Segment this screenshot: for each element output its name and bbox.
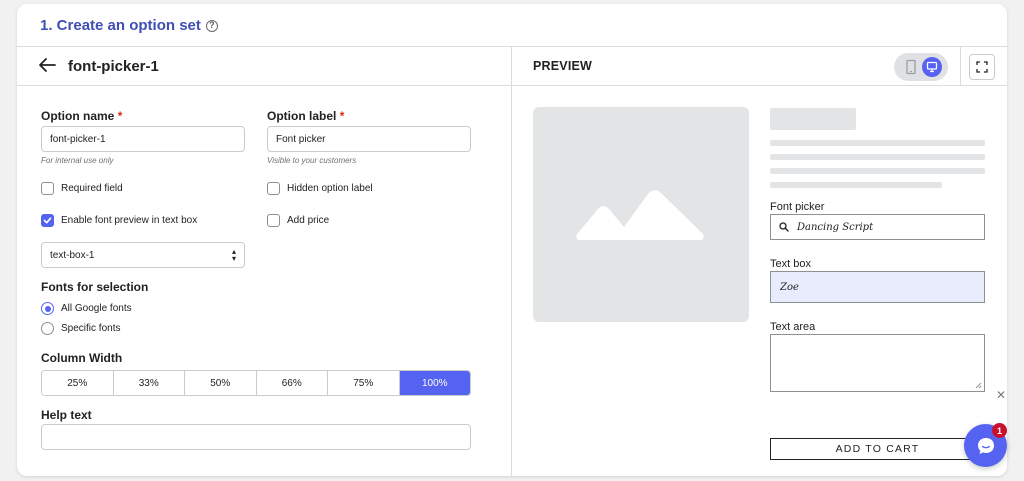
column-width-25[interactable]: 25% <box>42 371 114 395</box>
skeleton-line <box>770 168 985 174</box>
divider <box>17 46 1007 47</box>
option-set-card: 1. Create an option set ? font-picker-1 … <box>17 4 1007 476</box>
column-width-50[interactable]: 50% <box>185 371 257 395</box>
option-name-label: Option name * <box>41 109 122 123</box>
column-width-label: Column Width <box>41 351 123 365</box>
option-label-input[interactable]: Font picker <box>267 126 471 152</box>
close-icon[interactable]: ✕ <box>993 387 1009 403</box>
column-width-selector: 25% 33% 50% 66% 75% 100% <box>41 370 471 396</box>
help-text-label: Help text <box>41 408 92 422</box>
expand-icon <box>976 61 988 73</box>
fonts-for-selection-label: Fonts for selection <box>41 280 149 294</box>
font-picker-value: Dancing Script <box>797 221 874 233</box>
radio-label: All Google fonts <box>61 303 132 314</box>
checkbox[interactable] <box>267 214 280 227</box>
resize-handle-icon[interactable] <box>975 382 982 389</box>
option-set-name: font-picker-1 <box>68 58 159 75</box>
skeleton-title <box>770 108 856 130</box>
skeleton-line <box>770 154 985 160</box>
skeleton-line <box>770 140 985 146</box>
preview-text-area-label: Text area <box>770 321 816 333</box>
skeleton-line <box>770 182 942 188</box>
back-arrow-icon[interactable] <box>38 57 56 73</box>
text-box-value: Zoe <box>780 281 799 293</box>
option-name-label-text: Option name <box>41 109 115 123</box>
column-width-33[interactable]: 33% <box>113 371 185 395</box>
checkbox[interactable] <box>41 182 54 195</box>
divider <box>960 46 961 86</box>
column-width-100[interactable]: 100% <box>399 371 470 395</box>
checkbox-label: Required field <box>61 183 123 194</box>
section-title: 1. Create an option set ? <box>40 17 218 34</box>
divider <box>17 85 1007 86</box>
checkbox[interactable] <box>267 182 280 195</box>
column-width-75[interactable]: 75% <box>328 371 400 395</box>
select-value: text-box-1 <box>50 249 95 261</box>
radio-specific-fonts[interactable]: Specific fonts <box>41 322 120 335</box>
option-name-input[interactable]: font-picker-1 <box>41 126 245 152</box>
radio-button[interactable] <box>41 322 54 335</box>
column-divider <box>511 46 512 476</box>
preview-text-area[interactable] <box>770 334 985 392</box>
notification-badge: 1 <box>992 423 1007 438</box>
preview-font-picker-input[interactable]: Dancing Script <box>770 214 985 240</box>
radio-button-checked[interactable] <box>41 302 54 315</box>
help-icon[interactable]: ? <box>205 19 218 32</box>
preview-text-box-input[interactable]: Zoe <box>770 271 985 303</box>
section-title-text: 1. Create an option set <box>40 17 201 34</box>
checkbox-label: Add price <box>287 215 330 226</box>
image-placeholder-icon <box>576 189 704 240</box>
required-field-checkbox[interactable]: Required field <box>41 182 123 195</box>
product-image-placeholder <box>533 107 749 322</box>
fullscreen-button[interactable] <box>969 54 995 80</box>
required-mark: * <box>117 109 123 123</box>
device-toggle <box>894 53 948 81</box>
desktop-icon[interactable] <box>922 57 942 77</box>
option-label-label: Option label * <box>267 109 344 123</box>
radio-all-google-fonts[interactable]: All Google fonts <box>41 302 132 315</box>
text-box-select[interactable]: text-box-1 ▴ ▾ <box>41 242 245 268</box>
checkbox-label: Hidden option label <box>287 183 373 194</box>
option-name-hint: For internal use only <box>41 156 114 165</box>
option-label-label-text: Option label <box>267 109 337 123</box>
preview-title: PREVIEW <box>533 59 593 73</box>
option-label-hint: Visible to your customers <box>267 156 357 165</box>
preview-font-picker-label: Font picker <box>770 201 825 213</box>
checkbox-checked[interactable] <box>41 214 54 227</box>
enable-font-preview-checkbox[interactable]: Enable font preview in text box <box>41 214 197 227</box>
search-icon <box>779 222 789 232</box>
checkmark-icon <box>43 217 52 224</box>
add-to-cart-button[interactable]: ADD TO CART <box>770 438 985 460</box>
radio-label: Specific fonts <box>61 323 121 334</box>
add-price-checkbox[interactable]: Add price <box>267 214 329 227</box>
required-mark: * <box>339 109 345 123</box>
checkbox-label: Enable font preview in text box <box>61 215 198 226</box>
select-arrows-icon: ▴ ▾ <box>231 247 236 263</box>
help-text-input[interactable] <box>41 424 471 450</box>
chat-icon <box>977 437 994 454</box>
hidden-option-label-checkbox[interactable]: Hidden option label <box>267 182 373 195</box>
column-width-66[interactable]: 66% <box>256 371 328 395</box>
mobile-icon[interactable] <box>903 59 919 75</box>
preview-text-box-label: Text box <box>770 258 811 270</box>
